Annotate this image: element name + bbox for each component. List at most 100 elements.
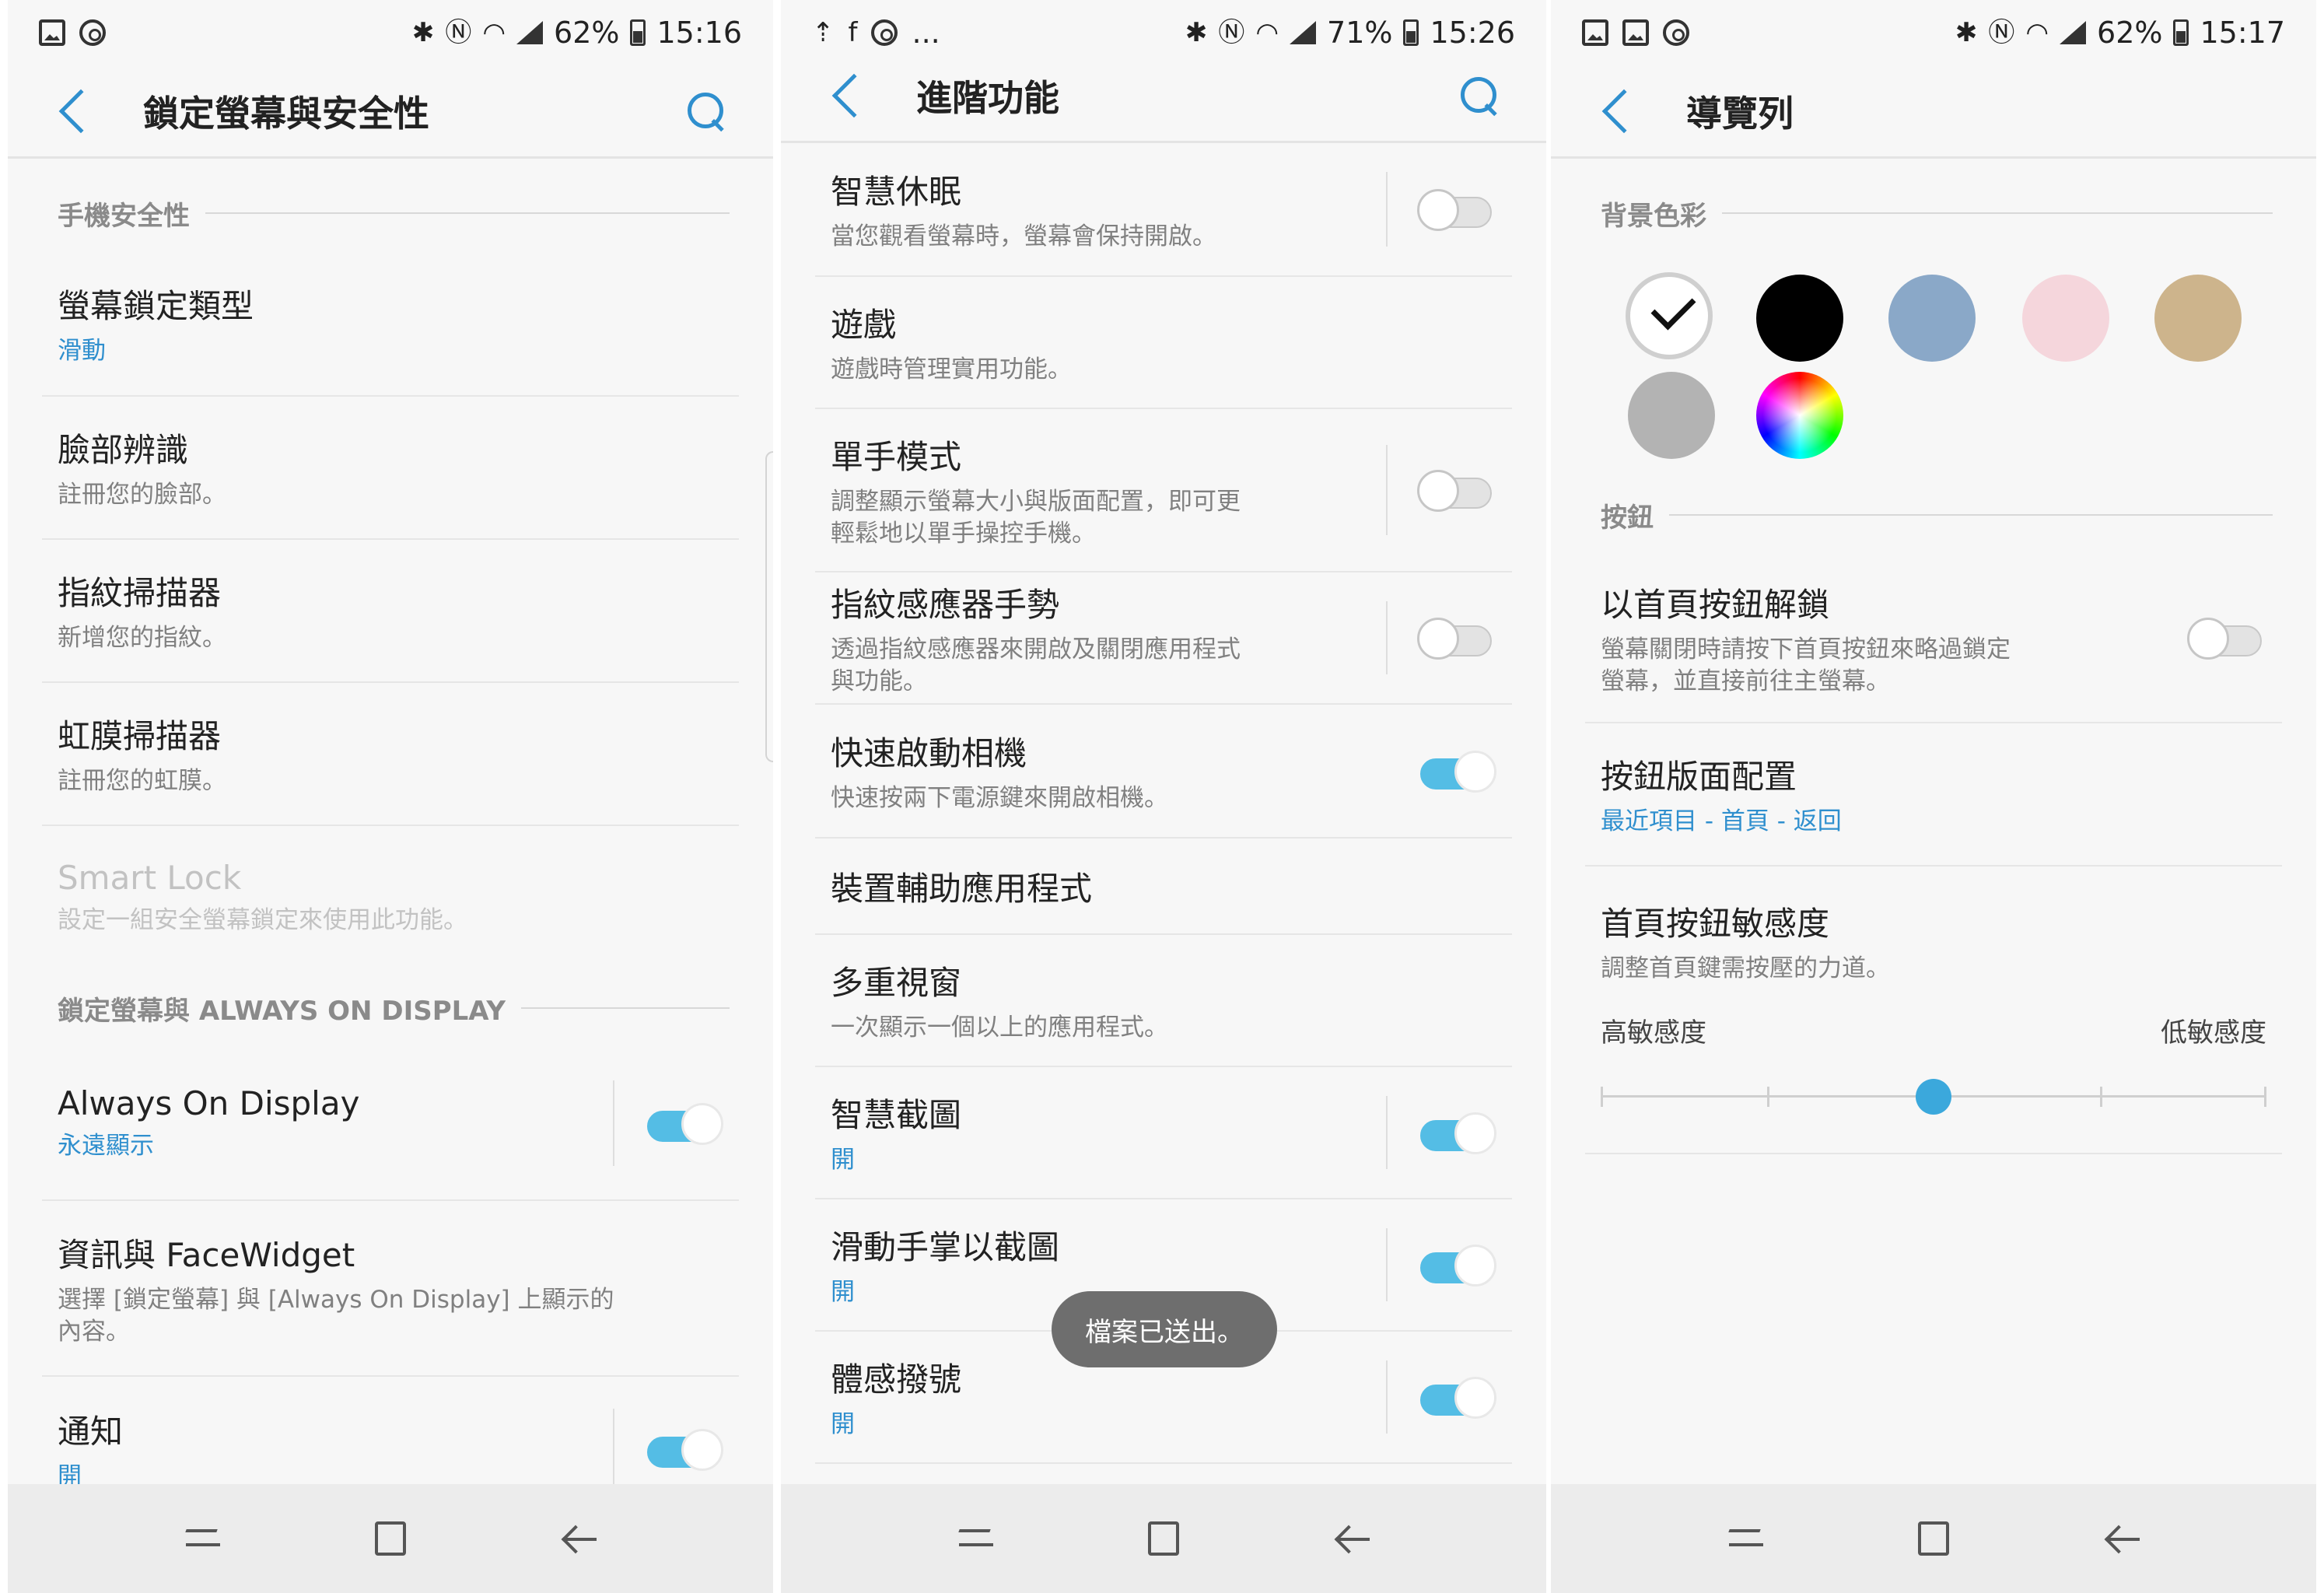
recents-icon[interactable] xyxy=(959,1523,994,1554)
section-header-background-color: 背景色彩 xyxy=(1551,174,2316,252)
section-header-security: 手機安全性 xyxy=(8,174,773,252)
color-swatch-pink[interactable] xyxy=(2022,275,2109,362)
item-title: 虹膜掃描器 xyxy=(58,717,222,756)
gallery-icon xyxy=(1582,19,1608,46)
color-swatch-gray[interactable] xyxy=(1628,372,1715,459)
item-title: 單手模式 xyxy=(831,438,962,477)
home-unlock-toggle[interactable] xyxy=(2187,613,2265,663)
search-icon[interactable] xyxy=(1461,76,1498,114)
item-title: Smart Lock xyxy=(58,859,242,898)
recents-icon[interactable] xyxy=(186,1523,221,1554)
color-swatch-white-selected[interactable] xyxy=(1626,272,1713,359)
bluetooth-icon: ✱ xyxy=(1185,17,1208,48)
notifications-toggle[interactable] xyxy=(644,1424,723,1474)
list-item-games[interactable]: 遊戲 遊戲時管理實用功能。 xyxy=(815,277,1512,409)
list-item-smart-lock: Smart Lock 設定一組安全螢幕鎖定來使用此功能。 xyxy=(42,826,739,969)
back-arrow-icon[interactable] xyxy=(1601,89,1647,133)
wifi-icon: ◠ xyxy=(1255,17,1279,48)
item-subtitle: 透過指紋感應器來開啟及關閉應用程式與功能。 xyxy=(831,635,1241,695)
list-item-facewidget[interactable]: 資訊與 FaceWidget 選擇 [鎖定螢幕] 與 [Always On Di… xyxy=(42,1201,739,1377)
item-title: 按鈕版面配置 xyxy=(1601,758,1797,796)
direct-call-toggle[interactable] xyxy=(1417,1372,1496,1422)
home-icon[interactable] xyxy=(1917,1521,1949,1556)
item-subtitle: 永遠顯示 xyxy=(58,1132,154,1161)
battery-percent: 62% xyxy=(2097,16,2163,50)
item-subtitle: 註冊您的虹膜。 xyxy=(58,767,226,796)
item-subtitle: 開 xyxy=(831,1410,855,1439)
back-icon[interactable] xyxy=(561,1523,597,1554)
navigation-bar xyxy=(1551,1484,2316,1593)
wifi-icon: ◠ xyxy=(2025,17,2049,48)
home-icon[interactable] xyxy=(1147,1521,1179,1556)
list-item-iris-scanner[interactable]: 虹膜掃描器 註冊您的虹膜。 xyxy=(42,683,739,826)
smart-capture-toggle[interactable] xyxy=(1417,1108,1496,1157)
back-arrow-icon[interactable] xyxy=(58,89,103,133)
color-swatch-black[interactable] xyxy=(1756,275,1843,362)
settings-list: 手機安全性 螢幕鎖定類型 滑動 臉部辨識 註冊您的臉部。 指紋掃描器 新增您的指… xyxy=(8,174,773,1521)
back-icon[interactable] xyxy=(2104,1523,2140,1554)
list-item-device-assistance-app[interactable]: 裝置輔助應用程式 xyxy=(815,839,1512,935)
back-icon[interactable] xyxy=(1334,1523,1370,1554)
item-subtitle: 遊戲時管理實用功能。 xyxy=(831,355,1072,384)
sensitivity-slider[interactable] xyxy=(1601,1073,2266,1119)
list-item-smart-capture[interactable]: 智慧截圖 開 xyxy=(815,1067,1512,1199)
item-subtitle: 最近項目 - 首頁 - 返回 xyxy=(1601,807,1842,836)
palm-swipe-toggle[interactable] xyxy=(1417,1240,1496,1290)
one-handed-toggle[interactable] xyxy=(1417,465,1495,515)
settings-list: 背景色彩 xyxy=(1551,174,2316,252)
item-subtitle: 新增您的指紋。 xyxy=(58,624,226,653)
item-subtitle: 註冊您的臉部。 xyxy=(58,481,226,509)
color-swatch-gold[interactable] xyxy=(2154,275,2242,362)
item-subtitle: 快速按兩下電源鍵來開啟相機。 xyxy=(831,784,1168,813)
search-icon[interactable] xyxy=(688,92,725,130)
signal-icon xyxy=(2060,21,2087,44)
navigation-bar xyxy=(781,1484,1546,1593)
list-item-face-recognition[interactable]: 臉部辨識 註冊您的臉部。 xyxy=(42,397,739,540)
recents-icon[interactable] xyxy=(1729,1523,1764,1554)
list-item-quick-launch-camera[interactable]: 快速啟動相機 快速按兩下電源鍵來開啟相機。 xyxy=(815,705,1512,839)
list-item-smart-stay[interactable]: 智慧休眠 當您觀看螢幕時，螢幕會保持開啟。 xyxy=(815,143,1512,277)
list-item-one-handed-mode[interactable]: 單手模式 調整顯示螢幕大小與版面配置，即可更輕鬆地以單手操控手機。 xyxy=(815,409,1512,572)
back-arrow-icon[interactable] xyxy=(831,73,877,117)
color-swatch-blue[interactable] xyxy=(1888,275,1976,362)
aod-toggle[interactable] xyxy=(644,1098,723,1148)
sensitivity-slider-block: 高敏感度 低敏感度 xyxy=(1601,1011,2266,1119)
settings-advanced-panel: ⇡ f ... ✱ Ⓝ ◠ 71% 15:26 進階功能 智慧休眠 當您觀看螢幕… xyxy=(781,0,1546,1593)
smart-stay-toggle[interactable] xyxy=(1417,184,1495,234)
list-item-multi-window[interactable]: 多重視窗 一次顯示一個以上的應用程式。 xyxy=(815,935,1512,1067)
item-subtitle: 當您觀看螢幕時，螢幕會保持開啟。 xyxy=(831,222,1216,251)
edge-panel-handle[interactable] xyxy=(765,451,773,762)
section-header-aod: 鎖定螢幕與 ALWAYS ON DISPLAY xyxy=(8,969,773,1047)
battery-icon xyxy=(1403,19,1419,46)
section-header-buttons: 按鈕 xyxy=(1551,476,2316,554)
home-icon[interactable] xyxy=(374,1521,406,1556)
quick-camera-toggle[interactable] xyxy=(1417,746,1496,796)
settings-lockscreen-panel: ✱ Ⓝ ◠ 62% 15:16 鎖定螢幕與安全性 手機安全性 螢幕鎖定類型 滑動… xyxy=(8,0,773,1593)
item-title: Always On Display xyxy=(58,1084,360,1123)
list-item-always-on-display[interactable]: Always On Display 永遠顯示 xyxy=(42,1047,739,1201)
item-title: 智慧休眠 xyxy=(831,173,962,212)
list-item-home-button-unlock[interactable]: 以首頁按鈕解鎖 螢幕關閉時請按下首頁按鈕來略過鎖定螢幕，並直接前往主螢幕。 xyxy=(1585,554,2282,723)
list-item-screen-lock-type[interactable]: 螢幕鎖定類型 滑動 xyxy=(42,252,739,397)
item-subtitle: 選擇 [鎖定螢幕] 與 [Always On Display] 上顯示的內容。 xyxy=(58,1286,614,1346)
item-title: 滑動手掌以截圖 xyxy=(831,1228,1060,1267)
slider-tick xyxy=(1767,1087,1769,1107)
clock: 15:26 xyxy=(1430,16,1515,50)
signal-icon xyxy=(1290,21,1317,44)
fingerprint-gestures-toggle[interactable] xyxy=(1417,613,1495,663)
color-picker-icon[interactable] xyxy=(1756,372,1843,459)
sync-icon xyxy=(871,19,898,46)
item-title: 指紋感應器手勢 xyxy=(831,586,1060,625)
status-bar: ✱ Ⓝ ◠ 62% 15:17 xyxy=(1551,0,2316,65)
item-title: 快速啟動相機 xyxy=(831,734,1027,773)
item-subtitle: 螢幕關閉時請按下首頁按鈕來略過鎖定螢幕，並直接前往主螢幕。 xyxy=(1601,635,2011,695)
battery-icon xyxy=(2173,19,2189,46)
gallery-icon xyxy=(39,19,65,46)
page-title: 導覽列 xyxy=(1686,92,1794,135)
status-bar: ✱ Ⓝ ◠ 62% 15:16 xyxy=(8,0,773,65)
list-item-fingerprint-gestures[interactable]: 指紋感應器手勢 透過指紋感應器來開啟及關閉應用程式與功能。 xyxy=(815,572,1512,705)
list-item-button-layout[interactable]: 按鈕版面配置 最近項目 - 首頁 - 返回 xyxy=(1585,723,2282,867)
list-item-fingerprint-scanner[interactable]: 指紋掃描器 新增您的指紋。 xyxy=(42,540,739,683)
item-subtitle: 設定一組安全螢幕鎖定來使用此功能。 xyxy=(58,906,467,935)
slider-thumb[interactable] xyxy=(1916,1079,1951,1115)
